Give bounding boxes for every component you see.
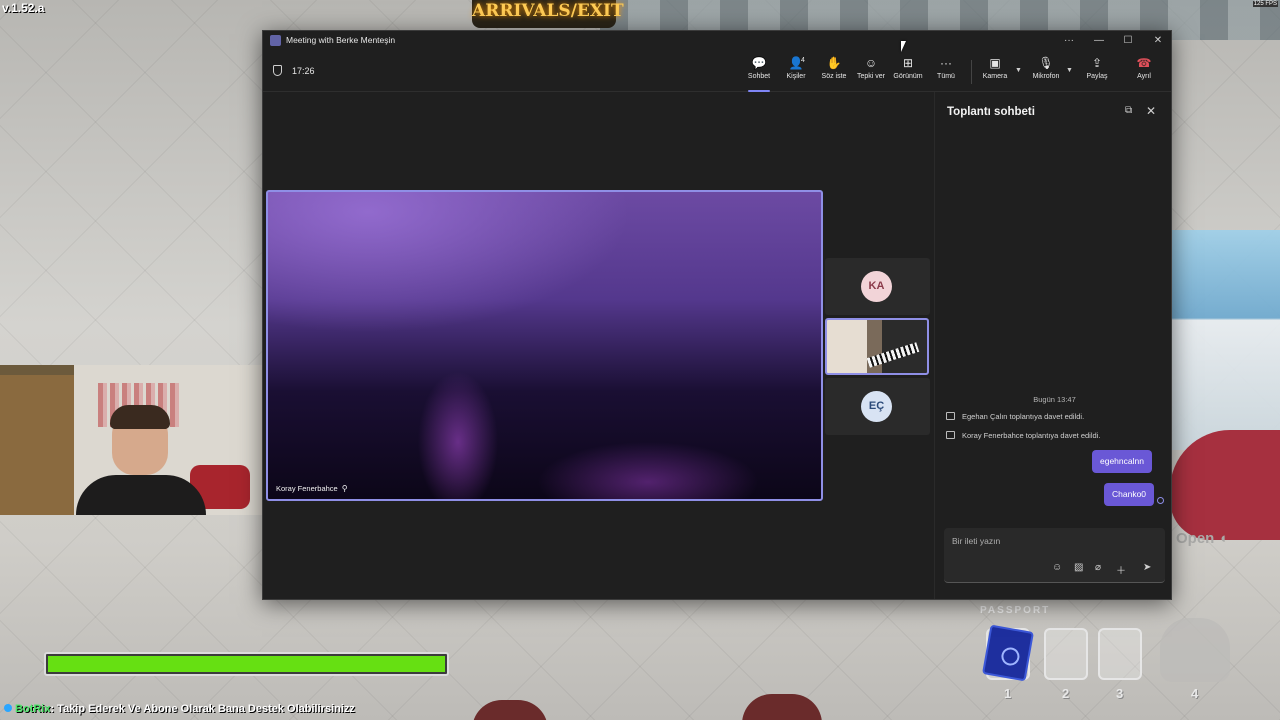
participant-tile-ec[interactable]: EÇ: [825, 378, 930, 435]
window-title: Meeting with Berke Menteşin: [286, 35, 396, 45]
open-hint: Open ◖: [1176, 530, 1228, 547]
people-count: 4: [801, 57, 805, 64]
view-button[interactable]: ⊞ Görünüm: [889, 56, 927, 88]
inventory-label: PASSPORT: [980, 605, 1051, 616]
chat-panel-title: Toplantı sohbeti: [947, 106, 1035, 118]
leave-button[interactable]: ☎ Ayrıl: [1125, 56, 1163, 88]
attach-icon[interactable]: ⌀: [1095, 562, 1101, 573]
camera-button[interactable]: ▣ Kamera: [976, 56, 1014, 88]
participant-video-tile[interactable]: [825, 318, 929, 375]
teams-meeting-window: Meeting with Berke Menteşin ··· — ☐ ✕ 17…: [262, 30, 1172, 600]
mouse-cursor: [901, 41, 906, 52]
slot-number: 1: [1004, 686, 1012, 701]
people-button[interactable]: 👤 4 Kişiler: [777, 56, 815, 88]
share-button[interactable]: ⇪ Paylaş: [1078, 56, 1116, 88]
camera-off-icon: ▣: [989, 56, 1001, 70]
mouse-icon: ◖: [1218, 530, 1228, 547]
close-icon[interactable]: ✕: [1146, 104, 1156, 118]
share-icon: ⇪: [1091, 56, 1103, 70]
chevron-down-icon[interactable]: ▼: [1015, 67, 1022, 74]
pin-icon[interactable]: ⚲: [342, 484, 348, 493]
stream-chat-line: BotRix: Takip Ederek Ve Abone Olarak Ban…: [4, 703, 355, 715]
chat-button[interactable]: 💬 Sohbet: [740, 56, 778, 92]
game-machine: [1172, 230, 1280, 450]
slot-number: 4: [1191, 686, 1199, 701]
toolbar-divider: [971, 60, 972, 84]
chat-icon: 💬: [751, 56, 767, 70]
participant-name: Koray Fenerbahce ⚲: [276, 484, 348, 493]
chat-message[interactable]: egehncalnn: [1092, 450, 1152, 473]
inventory-slot-3[interactable]: [1098, 628, 1142, 680]
microphone-button[interactable]: 🎙 Mikrofon: [1027, 56, 1065, 88]
more-icon: ···: [940, 56, 952, 70]
raise-hand-button[interactable]: ✋ Söz iste: [815, 56, 853, 88]
message-composer: ☺ ▨ ⌀ ＋ ➤: [944, 528, 1165, 583]
main-video-tile[interactable]: Koray Fenerbahce ⚲: [266, 190, 823, 501]
send-icon[interactable]: ➤: [1143, 562, 1151, 573]
slot-number: 3: [1116, 686, 1124, 701]
chat-message[interactable]: Chanko0: [1104, 483, 1155, 506]
grid-icon: ⊞: [902, 56, 914, 70]
popout-icon[interactable]: ⧉: [1125, 105, 1132, 116]
backpack-icon[interactable]: [1160, 618, 1230, 682]
avatar: KA: [861, 271, 892, 302]
react-button[interactable]: ☺ Tepki ver: [852, 56, 890, 88]
emoji-icon: ☺: [864, 56, 878, 70]
mic-icon: 🎙: [1038, 56, 1054, 70]
meeting-timer: 17:26: [292, 66, 315, 76]
hand-icon: ✋: [826, 56, 842, 70]
invite-icon: [946, 431, 955, 439]
system-message: Egehan Çalın toplantıya davet edildi.: [946, 412, 1084, 421]
phone-hangup-icon: ☎: [1136, 56, 1152, 70]
avatar: EÇ: [861, 391, 892, 422]
streamer-webcam: [0, 365, 265, 515]
inventory-slot-2[interactable]: [1044, 628, 1088, 680]
arrivals-sign: ARRIVALS/EXIT: [472, 0, 624, 28]
more-options-icon[interactable]: ···: [1060, 33, 1078, 48]
bot-icon: [4, 704, 12, 712]
shield-icon: [273, 65, 282, 76]
slot-number: 2: [1062, 686, 1070, 701]
fps-counter: 125 FPS: [1252, 1, 1278, 7]
close-window-button[interactable]: ✕: [1149, 33, 1167, 48]
health-bar: [44, 652, 449, 676]
meeting-stage: Koray Fenerbahce ⚲ KA EÇ: [263, 92, 934, 599]
game-version: v.1.52.a: [2, 1, 45, 15]
chat-date: Bugün 13:47: [1033, 395, 1076, 404]
minimize-button[interactable]: —: [1090, 33, 1108, 48]
streamer: [76, 405, 206, 515]
seen-icon: [1157, 497, 1164, 504]
meeting-chat-panel: Toplantı sohbeti ⧉ ✕ Bugün 13:47 Egehan …: [934, 92, 1171, 599]
plus-icon[interactable]: ＋: [1116, 562, 1126, 577]
invite-icon: [946, 412, 955, 420]
title-bar: Meeting with Berke Menteşin ··· — ☐ ✕: [263, 31, 1171, 50]
more-button[interactable]: ··· Tümü: [927, 56, 965, 88]
passport-icon[interactable]: [981, 624, 1035, 682]
image-icon[interactable]: ▨: [1074, 562, 1083, 573]
cam-closet: [0, 375, 74, 515]
participant-tile-ka[interactable]: KA: [825, 258, 930, 315]
system-message: Koray Fenerbahce toplantıya davet edildi…: [946, 431, 1100, 440]
meeting-toolbar: 17:26 💬 Sohbet 👤 4 Kişiler ✋ Söz iste ☺ …: [263, 50, 1171, 92]
teams-logo-icon: [270, 35, 281, 46]
message-input[interactable]: [952, 534, 1152, 548]
chevron-down-icon[interactable]: ▼: [1066, 67, 1073, 74]
maximize-button[interactable]: ☐: [1119, 33, 1137, 48]
emoji-icon[interactable]: ☺: [1052, 562, 1062, 573]
health-bar-fill: [48, 656, 445, 672]
people-icon: 👤: [788, 56, 804, 70]
